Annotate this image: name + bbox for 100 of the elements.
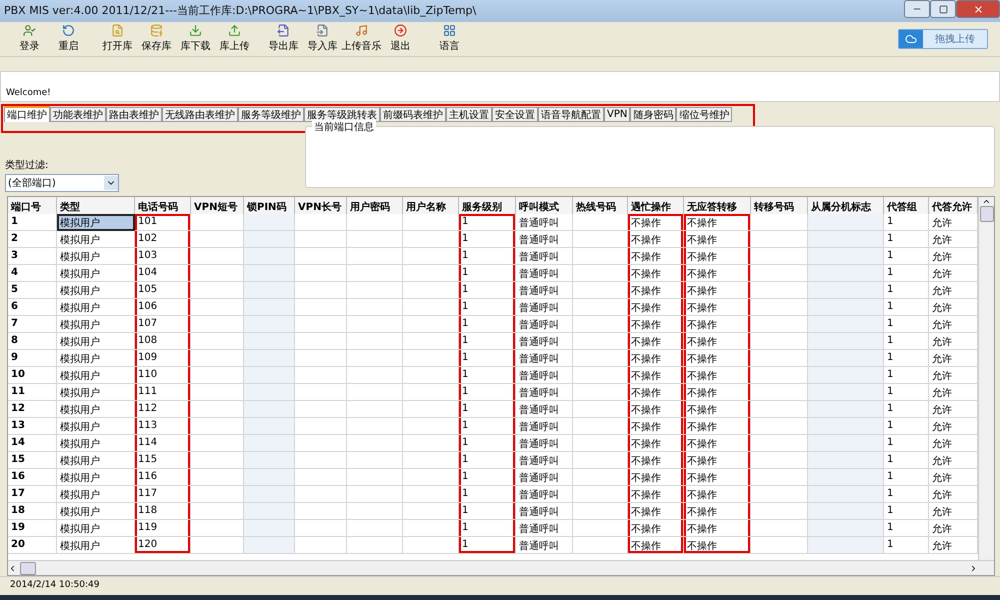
table-cell: 普通呼叫: [516, 350, 573, 368]
table-cell: 111: [135, 384, 191, 402]
table-cell: 普通呼叫: [516, 214, 573, 232]
column-header[interactable]: 转移号码: [751, 197, 808, 216]
table-cell: 模拟用户: [57, 299, 135, 316]
drag-upload-button[interactable]: 拖拽上传: [898, 28, 988, 49]
column-header[interactable]: 服务级别: [459, 197, 516, 216]
table-cell: 1: [459, 503, 516, 520]
column-header[interactable]: 呼叫模式: [516, 197, 573, 216]
tab[interactable]: 主机设置: [446, 106, 492, 122]
table-cell: 普通呼叫: [516, 367, 573, 384]
table-cell: 102: [135, 231, 191, 248]
chevron-right-icon: [969, 564, 978, 573]
tab[interactable]: 安全设置: [492, 106, 538, 122]
table-cell: 允许: [929, 367, 978, 384]
column-header[interactable]: 从属分机标志: [808, 197, 884, 216]
scroll-thumb[interactable]: [20, 562, 36, 575]
column-header[interactable]: 电话号码: [135, 197, 191, 216]
column-header[interactable]: 无应答转移: [684, 197, 751, 216]
table-cell: 1: [884, 214, 929, 232]
row-header: 17: [8, 486, 57, 504]
tab[interactable]: VPN: [604, 106, 630, 122]
table-cell: 1: [884, 384, 929, 402]
column-header[interactable]: 遇忙操作: [628, 197, 684, 216]
grid-icon: [443, 24, 456, 38]
table-cell: 不操作: [684, 486, 751, 504]
column-header[interactable]: VPN短号: [191, 197, 244, 216]
column-header[interactable]: 代答允许: [929, 197, 978, 216]
table-cell: 不操作: [628, 367, 684, 384]
message-field: Welcome!: [0, 70, 1000, 102]
table-cell: 120: [135, 537, 191, 554]
type-filter-dropdown[interactable]: (全部端口): [5, 174, 119, 192]
table-cell: 1: [884, 469, 929, 486]
table-cell: 1: [884, 299, 929, 316]
table-cell: 模拟用户: [57, 452, 135, 470]
row-header: 14: [8, 435, 57, 452]
table-cell: 不操作: [684, 214, 751, 232]
tab[interactable]: 端口维护: [4, 106, 50, 122]
column-header[interactable]: VPN长号: [295, 197, 347, 216]
table-cell: 1: [884, 265, 929, 282]
row-header: 5: [8, 282, 57, 300]
table-cell: 允许: [929, 350, 978, 368]
toolbar-button[interactable]: 保存库: [137, 22, 176, 55]
toolbar-button[interactable]: 打开库: [98, 22, 137, 55]
table-cell: 不操作: [628, 486, 684, 504]
refresh-icon: [62, 24, 75, 38]
table-cell: 1: [459, 537, 516, 554]
table-cell: 不操作: [684, 435, 751, 452]
tab[interactable]: 路由表维护: [106, 106, 162, 122]
column-header[interactable]: 用户名称: [403, 197, 459, 216]
row-header: 13: [8, 418, 57, 436]
table-cell: 普通呼叫: [516, 401, 573, 418]
user-icon: [23, 24, 36, 38]
column-header[interactable]: 端口号: [8, 197, 57, 216]
table-cell: 不操作: [684, 248, 751, 266]
tab[interactable]: 无线路由表维护: [162, 106, 238, 122]
column-header[interactable]: 锁PIN码: [244, 197, 295, 216]
toolbar-button[interactable]: 上传音乐: [342, 22, 381, 55]
toolbar-button[interactable]: 重启: [49, 22, 88, 55]
tab[interactable]: 缩位号维护: [676, 106, 732, 122]
vertical-scrollbar[interactable]: [978, 197, 994, 560]
column-header[interactable]: 用户密码: [347, 197, 403, 216]
toolbar-button[interactable]: 导出库: [264, 22, 303, 55]
table-cell: 112: [135, 401, 191, 418]
table-cell: 不操作: [628, 435, 684, 452]
maximize-button[interactable]: [930, 0, 956, 18]
toolbar-button[interactable]: 库下载: [176, 22, 215, 55]
toolbar-button[interactable]: 语言: [430, 22, 469, 55]
table-cell: 普通呼叫: [516, 537, 573, 554]
close-icon: [972, 4, 984, 15]
table-cell: 不操作: [684, 299, 751, 316]
tab[interactable]: 功能表维护: [50, 106, 106, 122]
tab[interactable]: 前缀码表维护: [380, 106, 446, 122]
column-header[interactable]: 代答组: [884, 197, 929, 216]
toolbar-button[interactable]: 退出: [381, 22, 420, 55]
file-icon: [316, 24, 329, 38]
table-cell: 1: [884, 333, 929, 350]
tab[interactable]: 服务等级跳转表: [304, 106, 380, 122]
table-cell: 不操作: [628, 537, 684, 554]
toolbar-button[interactable]: 导入库: [303, 22, 342, 55]
table-cell: 1: [884, 367, 929, 384]
table-cell: 1: [884, 401, 929, 418]
scroll-thumb[interactable]: [980, 206, 994, 222]
column-header[interactable]: 类型: [57, 197, 135, 216]
table-cell: 允许: [929, 452, 978, 470]
table-cell: 103: [135, 248, 191, 266]
tab[interactable]: 服务等级维护: [238, 106, 304, 122]
tab[interactable]: 语音导航配置: [538, 106, 604, 122]
toolbar-button[interactable]: 库上传: [215, 22, 254, 55]
chevron-left-icon: [8, 564, 17, 573]
row-header: 10: [8, 367, 57, 384]
table-cell: 模拟用户: [57, 248, 135, 266]
table-cell: 108: [135, 333, 191, 350]
table-cell: 106: [135, 299, 191, 316]
tab[interactable]: 随身密码: [630, 106, 676, 122]
table-cell: 不操作: [684, 520, 751, 538]
toolbar-button[interactable]: 登录: [10, 22, 49, 55]
column-header[interactable]: 热线号码: [573, 197, 628, 216]
horizontal-scrollbar[interactable]: [8, 560, 994, 576]
row-header: 15: [8, 452, 57, 470]
